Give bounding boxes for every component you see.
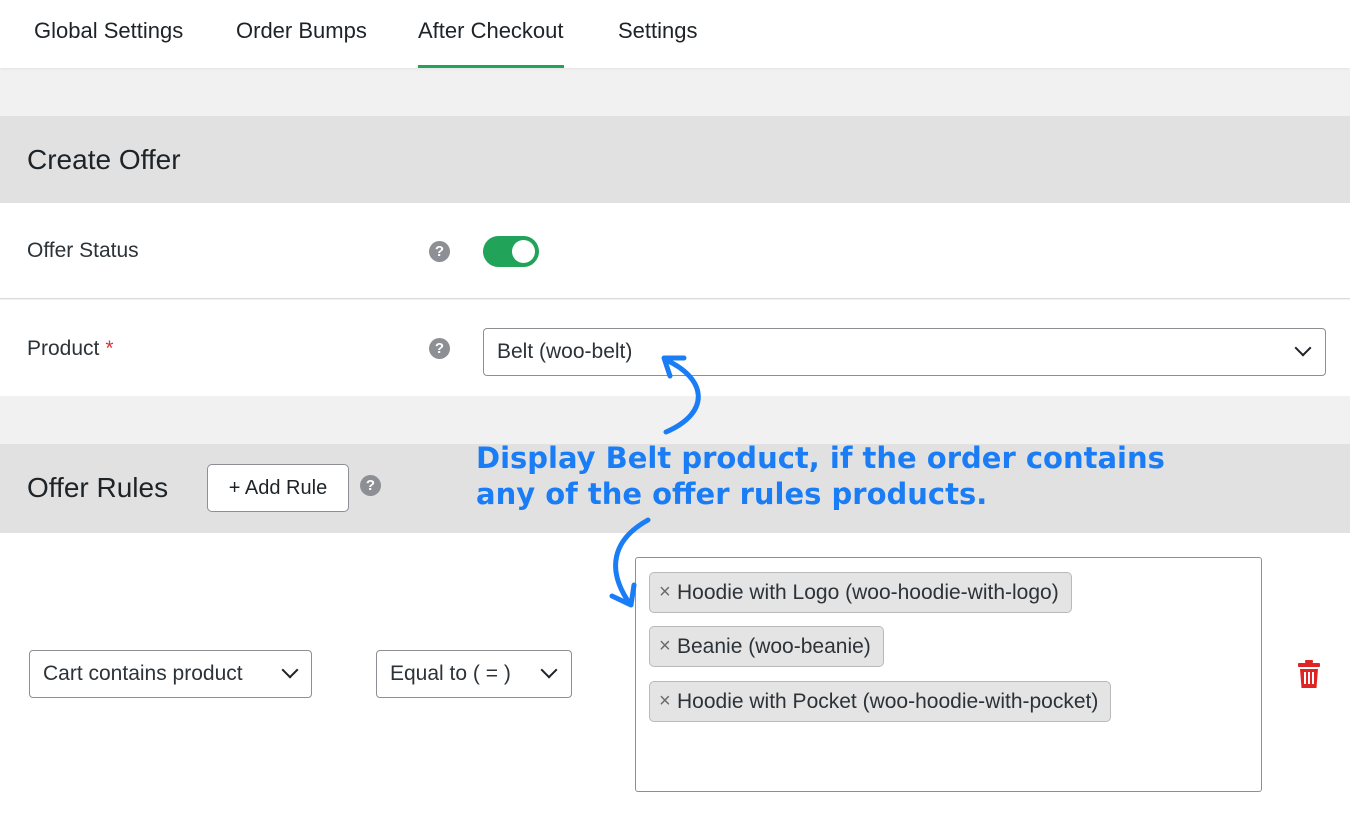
product-label-text: Product: [27, 337, 100, 360]
chevron-down-icon: [540, 661, 558, 679]
product-chip-label: Hoodie with Logo (woo-hoodie-with-logo): [677, 581, 1059, 604]
rule-condition-select[interactable]: Cart contains product: [29, 650, 312, 698]
offer-rules-help-icon[interactable]: ?: [360, 475, 381, 496]
add-rule-button[interactable]: + Add Rule: [207, 464, 349, 512]
tab-bar: Global Settings Order Bumps After Checko…: [0, 0, 1350, 68]
product-chip-label: Beanie (woo-beanie): [677, 635, 871, 658]
toggle-knob: [512, 240, 535, 263]
product-select[interactable]: Belt (woo-belt): [483, 328, 1326, 376]
remove-chip-icon[interactable]: ×: [659, 627, 671, 666]
offer-status-toggle[interactable]: [483, 236, 539, 267]
product-select-value: Belt (woo-belt): [497, 340, 633, 363]
tab-settings[interactable]: Settings: [618, 0, 698, 68]
rule-products-multiselect[interactable]: × Hoodie with Logo (woo-hoodie-with-logo…: [635, 557, 1262, 792]
create-offer-header: Create Offer: [0, 116, 1350, 203]
tab-after-checkout[interactable]: After Checkout: [418, 0, 564, 68]
tab-global-settings[interactable]: Global Settings: [34, 0, 183, 68]
annotation-text: Display Belt product, if the order conta…: [476, 440, 1176, 512]
product-help-icon[interactable]: ?: [429, 338, 450, 359]
annotation-line-1: Display Belt product, if the order conta…: [476, 441, 1165, 475]
tab-order-bumps[interactable]: Order Bumps: [236, 0, 367, 68]
offer-rules-title: Offer Rules: [27, 472, 169, 503]
rule-operator-value: Equal to ( = ): [390, 662, 511, 685]
rule-condition-value: Cart contains product: [43, 662, 243, 685]
rule-operator-select[interactable]: Equal to ( = ): [376, 650, 572, 698]
product-label: Product *: [27, 337, 114, 361]
offer-status-row: Offer Status: [0, 203, 1350, 299]
remove-chip-icon[interactable]: ×: [659, 682, 671, 721]
product-chip: × Hoodie with Logo (woo-hoodie-with-logo…: [649, 572, 1072, 613]
remove-chip-icon[interactable]: ×: [659, 573, 671, 612]
annotation-line-2: any of the offer rules products.: [476, 477, 988, 511]
trash-icon[interactable]: [1298, 660, 1320, 688]
product-chip-label: Hoodie with Pocket (woo-hoodie-with-pock…: [677, 690, 1099, 713]
chevron-down-icon: [1294, 339, 1312, 357]
create-offer-title: Create Offer: [27, 144, 181, 175]
product-chip: × Hoodie with Pocket (woo-hoodie-with-po…: [649, 681, 1112, 722]
required-mark: *: [105, 337, 114, 360]
chevron-down-icon: [281, 661, 299, 679]
offer-status-help-icon[interactable]: ?: [429, 241, 450, 262]
product-chip: × Beanie (woo-beanie): [649, 626, 884, 667]
offer-status-label: Offer Status: [27, 239, 139, 262]
